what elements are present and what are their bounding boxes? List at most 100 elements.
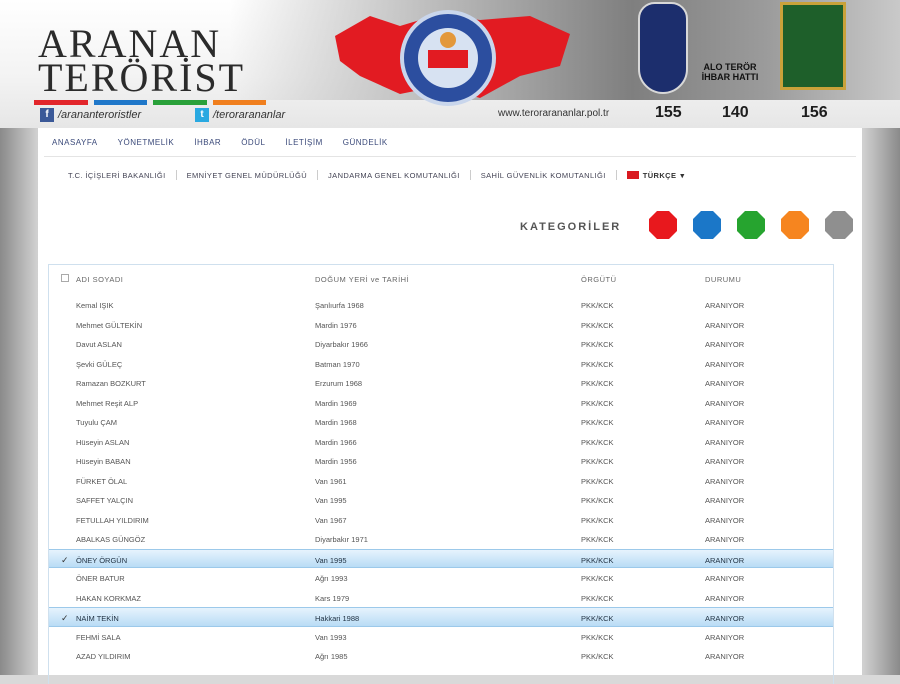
table-row[interactable]: Mehmet GÜLTEKİN Mardin 1976 PKK/KCK ARANIYO… <box>49 315 833 335</box>
logo-line-2[interactable]: TERÖRİST <box>38 58 245 98</box>
row-birth: Van 1995 <box>315 555 347 565</box>
language-selector[interactable]: TÜRKÇE ▾ <box>626 170 685 180</box>
row-status: ARANIYOR <box>705 632 745 642</box>
table-row[interactable]: Hüseyin BABAN Mardin 1956 PKK/KCK ARANIYOR <box>49 451 833 471</box>
phone-155: 155 <box>655 104 682 121</box>
sub-nav-interior-ministry[interactable]: T.C. İÇİŞLERİ BAKANLIĞI <box>68 171 166 180</box>
row-organization: PKK/KCK <box>581 535 614 544</box>
nav-item-contact[interactable]: İLETİŞİM <box>285 138 322 147</box>
table-row[interactable]: Kemal IŞIK Şanlıurfa 1968 PKK/KCK ARANIYOR <box>49 295 833 315</box>
row-birth: Van 1995 <box>315 496 347 505</box>
table-row[interactable]: Mehmet Reşit ALP Mardin 1969 PKK/KCK ARANIY… <box>49 393 833 413</box>
category-green-icon[interactable] <box>736 210 766 240</box>
table-row[interactable]: AZAD YILDIRIM Ağrı 1985 PKK/KCK ARANIYOR <box>49 646 833 666</box>
row-name: ÖNER BATUR <box>76 574 125 583</box>
table-row[interactable]: Davut ASLAN Diyarbakır 1966 PKK/KCK ARANIYO… <box>49 334 833 354</box>
sub-nav-separator <box>469 170 471 180</box>
table-row[interactable]: ABALKAS GÜNGÖZ Diyarbakır 1971 PKK/KCK ARAN… <box>49 529 833 549</box>
twitter-link[interactable]: t /terorarananlar <box>195 108 285 122</box>
website-url[interactable]: www.terorarananlar.pol.tr <box>498 108 609 119</box>
row-birth: Van 1967 <box>315 515 347 525</box>
table-row[interactable]: HAKAN KORKMAZ Kars 1979 PKK/KCK ARANIYOR <box>49 588 833 608</box>
row-organization: PKK/KCK <box>581 359 614 369</box>
table-row[interactable]: ✓ NAİM TEKİN Hakkari 1988 PKK/KCK ARANIYOR <box>49 607 833 627</box>
jandarma-badge-icon <box>780 2 846 90</box>
table-row[interactable]: Şevki GÜLEÇ Batman 1970 PKK/KCK ARANIYOR <box>49 354 833 374</box>
category-gray-icon[interactable] <box>824 210 854 240</box>
sub-nav-police[interactable]: EMNİYET GENEL MÜDÜRLÜĞÜ <box>187 171 307 180</box>
nav-item-regulation[interactable]: YÖNETMELİK <box>118 138 175 147</box>
row-name: Hüseyin BABAN <box>76 457 131 466</box>
row-status: ARANIYOR <box>705 555 745 565</box>
select-all-checkbox[interactable] <box>61 274 69 282</box>
row-status: ARANIYOR <box>705 437 745 447</box>
table-row[interactable]: SAFFET YALÇIN Van 1995 PKK/KCK ARANIYOR <box>49 490 833 510</box>
row-organization: PKK/KCK <box>581 652 614 661</box>
row-name: ÖNEY ÖRGÜN <box>76 555 128 565</box>
row-organization: PKK/KCK <box>581 457 614 466</box>
category-orange-icon[interactable] <box>780 210 810 240</box>
facebook-handle: /arananteroristler <box>58 109 142 121</box>
row-organization: PKK/KCK <box>581 320 614 330</box>
table-row[interactable]: FETULLAH YILDIRIM Van 1967 PKK/KCK ARANIYOR <box>49 510 833 530</box>
category-filters <box>648 210 854 240</box>
table-body: Kemal IŞIK Şanlıurfa 1968 PKK/KCK ARANIYOR M… <box>49 295 833 666</box>
category-blue-icon[interactable] <box>692 210 722 240</box>
sub-nav-separator <box>317 170 319 180</box>
nav-item-report[interactable]: İHBAR <box>194 138 221 147</box>
table-row[interactable]: FÜRKET ÖLAL Van 1961 PKK/KCK ARANIYOR <box>49 471 833 491</box>
row-name: Kemal IŞIK <box>76 301 114 310</box>
row-organization: PKK/KCK <box>581 301 614 310</box>
sub-nav-jandarma[interactable]: JANDARMA GENEL KOMUTANLIĞI <box>328 171 460 180</box>
color-bar-blue <box>93 100 147 105</box>
row-status: ARANIYOR <box>705 457 745 466</box>
sub-nav: T.C. İÇİŞLERİ BAKANLIĞI EMNİYET GENEL MÜ… <box>68 170 685 180</box>
row-status: ARANIYOR <box>705 652 745 661</box>
nav-item-daily[interactable]: GÜNDELİK <box>343 138 388 147</box>
row-organization: PKK/KCK <box>581 398 614 408</box>
row-name: FÜRKET ÖLAL <box>76 476 128 486</box>
language-label: TÜRKÇE <box>642 170 677 180</box>
table-row[interactable]: FEHMİ SALA Van 1993 PKK/KCK ARANIYOR <box>49 627 833 647</box>
header-birth[interactable]: DOĞUM YERİ ve TARİHİ <box>315 275 409 284</box>
logo-color-bars <box>34 100 266 105</box>
row-birth: Diyarbakır 1971 <box>315 535 368 544</box>
phone-156: 156 <box>801 104 828 121</box>
row-status: ARANIYOR <box>705 593 745 603</box>
row-status: ARANIYOR <box>705 535 745 544</box>
table-row[interactable]: Tuyulu ÇAM Mardin 1968 PKK/KCK ARANIYOR <box>49 412 833 432</box>
row-checkmark-icon[interactable]: ✓ <box>61 613 69 624</box>
category-red-icon[interactable] <box>648 210 678 240</box>
row-status: ARANIYOR <box>705 614 745 623</box>
sub-nav-coast-guard[interactable]: SAHİL GÜVENLİK KOMUTANLIĞI <box>481 171 606 180</box>
site-header: ALO TERÖR İHBAR HATTI ARANAN TERÖRİST f … <box>0 0 900 128</box>
main-nav: ANASAYFA YÖNETMELİK İHBAR ÖDÜL İLETİŞİM … <box>52 138 388 147</box>
row-status: ARANIYOR <box>705 574 745 583</box>
nav-item-home[interactable]: ANASAYFA <box>52 138 98 147</box>
header-status[interactable]: DURUMU <box>705 275 741 284</box>
row-birth: Mardin 1966 <box>315 437 357 447</box>
row-status: ARANIYOR <box>705 340 745 349</box>
facebook-icon: f <box>40 108 54 122</box>
facebook-link[interactable]: f /arananteroristler <box>40 108 141 122</box>
sub-nav-separator <box>175 170 177 180</box>
row-birth: Mardin 1969 <box>315 398 357 408</box>
row-status: ARANIYOR <box>705 515 745 525</box>
row-checkmark-icon[interactable]: ✓ <box>61 555 69 566</box>
row-name: FEHMİ SALA <box>76 632 121 642</box>
table-row[interactable]: Ramazan BOZKURT Erzurum 1968 PKK/KCK ARANIY… <box>49 373 833 393</box>
table-row[interactable]: Hüseyin ASLAN Mardin 1966 PKK/KCK ARANIYOR <box>49 432 833 452</box>
row-status: ARANIYOR <box>705 359 745 369</box>
row-name: Davut ASLAN <box>76 340 122 349</box>
twitter-icon: t <box>195 108 209 122</box>
row-organization: PKK/KCK <box>581 379 614 388</box>
row-birth: Hakkari 1988 <box>315 614 360 623</box>
table-row[interactable]: ✓ ÖNEY ÖRGÜN Van 1995 PKK/KCK ARANIYOR <box>49 548 833 568</box>
table-row[interactable]: ÖNER BATUR Ağrı 1993 PKK/KCK ARANIYOR <box>49 568 833 588</box>
row-birth: Mardin 1968 <box>315 418 357 427</box>
nav-item-reward[interactable]: ÖDÜL <box>241 138 265 147</box>
header-organization[interactable]: ÖRGÜTÜ <box>581 275 617 284</box>
row-organization: PKK/KCK <box>581 632 614 642</box>
header-name[interactable]: ADI SOYADI <box>76 275 123 284</box>
nav-divider <box>44 156 856 157</box>
